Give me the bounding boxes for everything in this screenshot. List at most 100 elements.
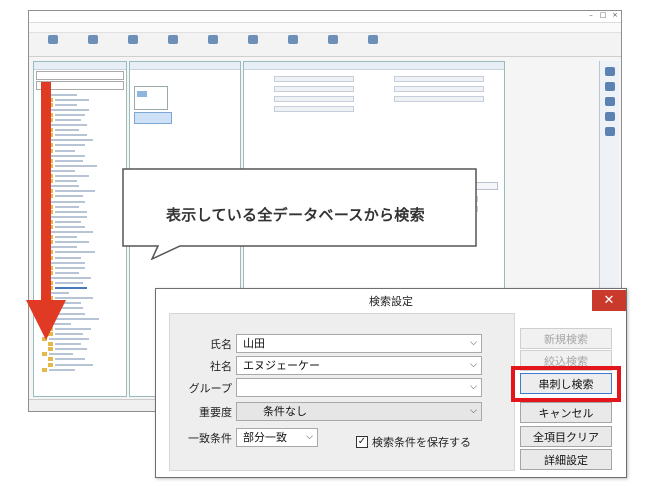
tree-item[interactable] — [40, 367, 124, 372]
tree-item-label — [49, 231, 93, 234]
tree-item-label — [55, 103, 77, 106]
tree-item-label — [49, 215, 87, 218]
minimize-icon[interactable]: – — [585, 11, 597, 22]
side-tool-icon[interactable] — [604, 97, 615, 106]
toolbar-button[interactable] — [35, 35, 71, 54]
detail-field[interactable] — [394, 86, 484, 92]
toolbar-icon — [328, 35, 338, 44]
tree-item-label — [49, 139, 93, 142]
chevron-down-icon[interactable]: ⌵ — [470, 379, 477, 396]
close-icon[interactable]: × — [609, 11, 621, 22]
search-settings-dialog: 検索設定 ✕ 氏名 山田 ⌵ 社名 エヌジェーケー ⌵ グループ ⌵ 重要度 条… — [155, 288, 627, 478]
tree-item-label — [55, 195, 83, 198]
tree-item-label — [55, 282, 83, 285]
tree-item-label — [55, 144, 85, 147]
chevron-down-icon[interactable]: ⌵ — [306, 429, 313, 446]
tree-item-label — [55, 175, 89, 178]
toolbar-button[interactable] — [155, 35, 191, 54]
folder-icon — [48, 342, 53, 347]
folder-icon — [42, 352, 47, 357]
match-value: 部分一致 — [243, 431, 287, 444]
card-logo-icon — [137, 91, 147, 97]
toolbar-icon — [168, 35, 178, 44]
tree-item-label — [55, 297, 93, 300]
chevron-down-icon[interactable]: ⌵ — [470, 403, 477, 420]
detail-field[interactable] — [394, 76, 484, 82]
toolbar-button[interactable] — [115, 35, 151, 54]
tree-item-label — [55, 205, 79, 208]
card-selected-label[interactable] — [134, 112, 172, 124]
tree-item-label — [55, 164, 97, 167]
toolbar-button[interactable] — [315, 35, 351, 54]
dialog-title: 検索設定 — [369, 295, 413, 308]
tree-item-label — [49, 368, 75, 371]
app-toolbar — [29, 33, 621, 57]
toolbar-icon — [288, 35, 298, 44]
checkmark-icon[interactable]: ✓ — [356, 436, 368, 448]
folder-icon — [48, 347, 53, 352]
group-combo[interactable]: ⌵ — [236, 378, 482, 397]
company-combo[interactable]: エヌジェーケー ⌵ — [236, 356, 482, 375]
name-value: 山田 — [243, 337, 265, 350]
side-tool-icon[interactable] — [604, 127, 615, 136]
annotation-arrow-head — [26, 300, 66, 340]
new-search-button[interactable]: 新規検索 — [520, 328, 612, 349]
tree-item-label — [55, 287, 87, 290]
tree-item-label — [49, 93, 77, 96]
name-combo[interactable]: 山田 ⌵ — [236, 334, 482, 353]
tree-item-label — [55, 119, 81, 122]
tree-item-label — [49, 353, 73, 356]
toolbar-button[interactable] — [75, 35, 111, 54]
tree-filter-combo[interactable] — [36, 71, 124, 80]
save-condition-checkbox[interactable]: ✓ 検索条件を保存する — [356, 434, 471, 450]
cancel-button[interactable]: キャンセル — [520, 402, 612, 423]
tree-item-label — [55, 190, 95, 193]
tree-item-label — [55, 225, 85, 228]
match-label: 一致条件 — [188, 432, 232, 445]
clear-all-button[interactable]: 全項目クリア — [520, 426, 612, 447]
toolbar-icon — [208, 35, 218, 44]
database-tree[interactable] — [40, 92, 124, 394]
annotation-callout: 表示している全データベースから検索 — [122, 168, 478, 260]
tree-item-label — [49, 154, 85, 157]
name-label: 氏名 — [210, 338, 232, 351]
importance-combo[interactable]: 条件なし ⌵ — [236, 402, 482, 421]
detail-field[interactable] — [274, 86, 354, 92]
detail-field[interactable] — [274, 96, 354, 102]
side-tool-icon[interactable] — [604, 82, 615, 91]
tree-item-label — [55, 271, 79, 274]
folder-icon — [48, 362, 53, 367]
side-tool-icon[interactable] — [604, 67, 615, 76]
maximize-icon[interactable]: □ — [597, 11, 609, 22]
tree-item-label — [55, 149, 75, 152]
detail-field[interactable] — [394, 96, 484, 102]
toolbar-button[interactable] — [275, 35, 311, 54]
toolbar-button[interactable] — [195, 35, 231, 54]
tree-item-label — [55, 343, 81, 346]
match-combo[interactable]: 部分一致 ⌵ — [236, 428, 318, 447]
tree-item-label — [55, 241, 89, 244]
toolbar-icon — [48, 35, 58, 44]
card-thumbnail[interactable] — [134, 86, 168, 110]
tree-item-label — [55, 129, 79, 132]
tree-item-label — [55, 159, 83, 162]
toolbar-button[interactable] — [355, 35, 391, 54]
tree-item-label — [49, 292, 69, 295]
chevron-down-icon[interactable]: ⌵ — [470, 357, 477, 374]
save-condition-label: 検索条件を保存する — [372, 436, 471, 449]
group-label: グループ — [188, 382, 232, 395]
folder-icon — [42, 367, 47, 372]
detail-field[interactable] — [274, 106, 354, 112]
tree-item-label — [55, 266, 85, 269]
app-titlebar: – □ × — [29, 11, 621, 23]
dialog-close-icon[interactable]: ✕ — [592, 290, 626, 311]
tree-item-label — [55, 134, 87, 137]
detail-field[interactable] — [274, 76, 354, 82]
side-tool-icon[interactable] — [604, 112, 615, 121]
detail-settings-button[interactable]: 詳細設定 — [520, 449, 612, 470]
toolbar-button[interactable] — [235, 35, 271, 54]
tree-item-label — [49, 246, 77, 249]
detail-header — [244, 62, 504, 70]
chevron-down-icon[interactable]: ⌵ — [470, 335, 477, 352]
tree-item-label — [55, 180, 77, 183]
